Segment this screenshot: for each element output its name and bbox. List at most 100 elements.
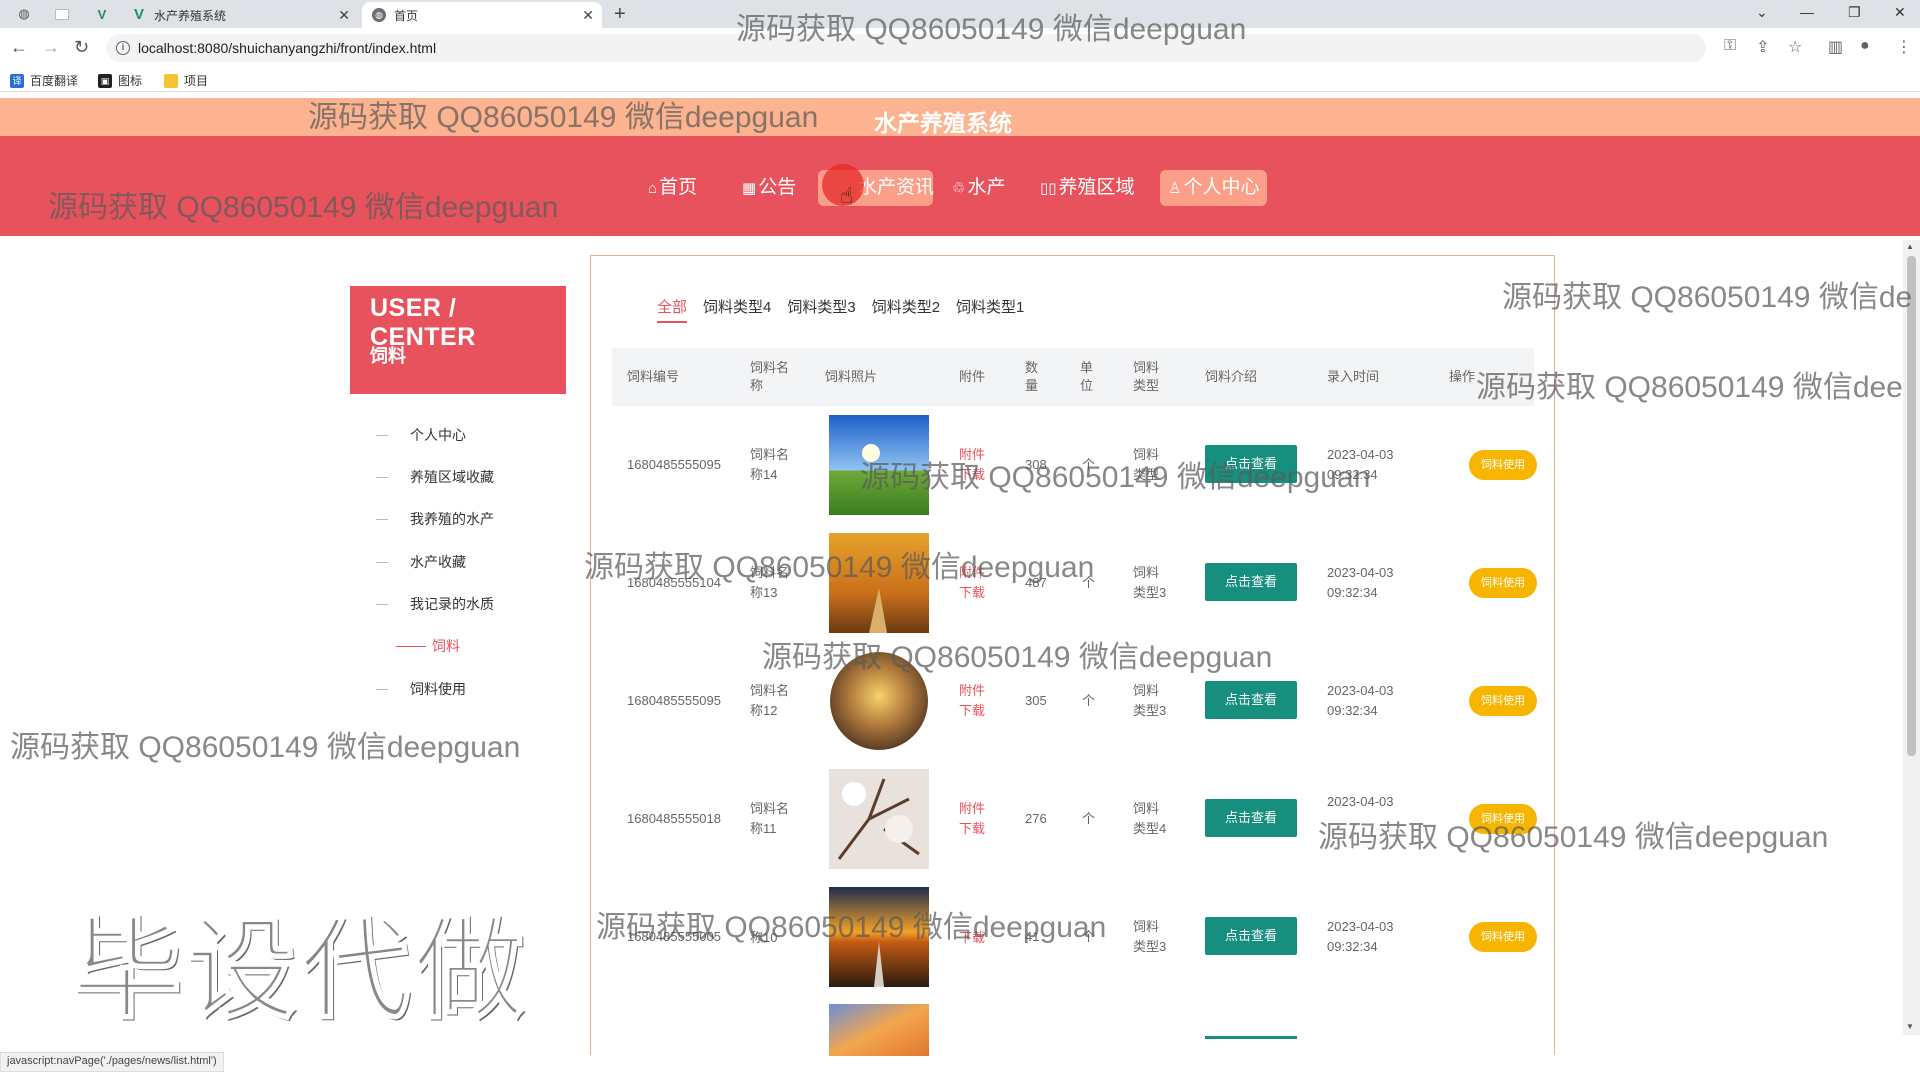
nav-user-center[interactable]: ♙ 个人中心 xyxy=(1160,170,1268,206)
feed-unit: 个 xyxy=(1082,575,1096,590)
view-details-button[interactable]: 点击查看 xyxy=(1205,799,1297,837)
sidebar-item-my-aquatic[interactable]: 我养殖的水产 xyxy=(376,509,494,529)
col-photo: 饲料照片 xyxy=(825,369,878,384)
feed-qty: 276 xyxy=(1025,811,1047,826)
category-tab-all[interactable]: 全部 xyxy=(657,296,688,323)
globe-icon[interactable]: ◍ xyxy=(12,4,36,24)
main-nav: ⌂ 首页 ▦ 公告 水产资讯 ♲ 水产 ▯▯ 养殖区域 ♙ 个人中心 xyxy=(0,136,1920,236)
notice-icon: ▦ xyxy=(742,180,757,197)
feed-id: 1680485555005 xyxy=(627,929,721,944)
feed-unit: 个 xyxy=(1082,457,1096,472)
address-bar[interactable]: i localhost:8080/shuichanyangzhi/front/i… xyxy=(106,34,1706,62)
new-tab-button[interactable]: + xyxy=(614,3,626,26)
blank-tab-icon[interactable] xyxy=(50,4,74,24)
feed-photo[interactable] xyxy=(829,1004,929,1056)
nav-aquatic[interactable]: ♲ 水产 xyxy=(944,170,1013,206)
feed-photo[interactable] xyxy=(829,769,929,869)
sidebar-item-water-quality[interactable]: 我记录的水质 xyxy=(376,594,494,614)
col-id: 饲料编号 xyxy=(627,369,680,384)
browser-tab-site[interactable]: V 水产养殖系统 ✕ xyxy=(122,2,358,28)
entry-time: 2023-04-03 09:32:34 xyxy=(1327,919,1394,954)
feed-name: 饲料名称11 xyxy=(750,801,790,836)
col-intro: 饲料介绍 xyxy=(1205,369,1258,384)
globe-icon: ◍ xyxy=(372,8,386,22)
star-icon[interactable]: ☆ xyxy=(1788,37,1802,57)
view-details-button[interactable]: 点击查看 xyxy=(1205,563,1297,601)
fish-icon: ♲ xyxy=(952,180,966,197)
menu-icon[interactable]: ⋮ xyxy=(1896,37,1912,57)
back-arrow-icon[interactable]: ← xyxy=(10,37,28,58)
side-panel-icon[interactable]: ▥ xyxy=(1828,37,1843,57)
col-type: 饲料类型 xyxy=(1133,360,1160,393)
category-tab-type2[interactable]: 饲料类型2 xyxy=(872,296,940,323)
hand-cursor-icon: ☝ xyxy=(840,183,854,208)
category-tab-type1[interactable]: 饲料类型1 xyxy=(956,296,1024,323)
close-icon[interactable]: ✕ xyxy=(582,7,594,24)
browser-tab-home[interactable]: ◍ 首页 ✕ xyxy=(362,2,602,28)
scroll-down-arrow-icon[interactable]: ▼ xyxy=(1906,1022,1914,1031)
share-icon[interactable]: ⇪ xyxy=(1756,37,1769,57)
feed-photo[interactable] xyxy=(829,415,929,515)
nav-home[interactable]: ⌂ 首页 xyxy=(640,170,705,206)
view-details-button[interactable]: 点击查看 xyxy=(1205,445,1297,483)
key-icon[interactable]: ⚿ xyxy=(1724,37,1736,55)
attachment-download-link[interactable]: 附件下载 xyxy=(959,406,989,524)
category-tab-type3[interactable]: 饲料类型3 xyxy=(787,296,855,323)
table-row: 1680485555104 饲料名称13 附件下载 487 个 饲料类型3 点击… xyxy=(612,524,1537,642)
minimize-button[interactable]: — xyxy=(1800,4,1814,20)
forward-arrow-icon[interactable]: → xyxy=(42,37,60,58)
view-details-button[interactable] xyxy=(1205,1036,1297,1039)
feed-use-button[interactable]: 饲料使用 xyxy=(1469,922,1537,952)
feed-use-button[interactable]: 饲料使用 xyxy=(1469,804,1537,834)
watermark: 源码获取 QQ86050149 微信de xyxy=(1502,281,1913,314)
scroll-up-arrow-icon[interactable]: ▲ xyxy=(1906,242,1914,251)
bookmark-project[interactable]: 项目 xyxy=(164,72,208,89)
feed-use-button[interactable]: 饲料使用 xyxy=(1469,568,1537,598)
close-window-button[interactable]: ✕ xyxy=(1894,4,1906,21)
vue-tab-icon[interactable]: V xyxy=(90,4,114,24)
sidebar-item-aquatic-favorites[interactable]: 水产收藏 xyxy=(376,552,466,572)
col-unit: 单位 xyxy=(1080,360,1094,393)
feed-qty: 305 xyxy=(1025,693,1047,708)
table-row: 1680485555095 饲料名称12 附件下载 305 个 饲料类型3 点击… xyxy=(612,642,1537,760)
table-row: 1680485555018 饲料名称11 附件下载 276 个 饲料类型4 点击… xyxy=(612,760,1537,878)
feed-id: 1680485555095 xyxy=(627,457,721,472)
bookmark-icons[interactable]: ▣ 图标 xyxy=(98,72,142,89)
view-details-button[interactable]: 点击查看 xyxy=(1205,917,1297,955)
info-icon[interactable]: i xyxy=(116,41,130,55)
sidebar-item-feed[interactable]: 饲料 xyxy=(376,636,460,656)
attachment-download-link[interactable]: 附件下载 xyxy=(959,760,989,878)
scrollbar-thumb[interactable] xyxy=(1907,256,1916,756)
nav-breeding-area[interactable]: ▯▯ 养殖区域 xyxy=(1032,170,1143,206)
tab-title: 首页 xyxy=(394,8,419,23)
feed-use-button[interactable]: 饲料使用 xyxy=(1469,450,1537,480)
feed-type: 饲料类型4 xyxy=(1133,801,1167,836)
feed-photo[interactable] xyxy=(829,651,929,751)
home-icon: ⌂ xyxy=(648,180,658,197)
col-attachment: 附件 xyxy=(959,369,986,384)
feed-photo[interactable] xyxy=(829,533,929,633)
sidebar-item-area-favorites[interactable]: 养殖区域收藏 xyxy=(376,467,494,487)
feed-use-button[interactable]: 饲料使用 xyxy=(1469,686,1537,716)
tab-search-icon[interactable]: ⌄ xyxy=(1756,4,1768,21)
attachment-download-link[interactable]: 附件下载 xyxy=(959,642,989,760)
close-icon[interactable]: ✕ xyxy=(338,7,350,24)
user-center-subtitle: 饲料 xyxy=(370,346,406,366)
view-details-button[interactable]: 点击查看 xyxy=(1205,681,1297,719)
nav-notice[interactable]: ▦ 公告 xyxy=(734,170,804,206)
feed-qty: 487 xyxy=(1025,575,1047,590)
sidebar-item-profile[interactable]: 个人中心 xyxy=(376,425,466,445)
attachment-download-link[interactable]: 附件下载 xyxy=(959,524,989,642)
area-icon: ▯▯ xyxy=(1040,180,1057,197)
attachment-download-link[interactable]: 下载 xyxy=(959,878,989,996)
feed-photo[interactable] xyxy=(829,887,929,987)
reload-icon[interactable]: ↻ xyxy=(74,37,89,58)
category-tab-type4[interactable]: 饲料类型4 xyxy=(703,296,771,323)
feed-name: 饲料名称12 xyxy=(750,683,790,718)
category-tabs: 全部 饲料类型4 饲料类型3 饲料类型2 饲料类型1 xyxy=(657,296,1040,323)
sidebar-item-feed-usage[interactable]: 饲料使用 xyxy=(376,679,466,699)
restore-button[interactable]: ❐ xyxy=(1848,4,1861,21)
feed-name: 称10 xyxy=(750,930,778,945)
bookmark-translate[interactable]: 译 百度翻译 xyxy=(10,72,78,89)
profile-icon[interactable]: ● xyxy=(1860,37,1870,55)
